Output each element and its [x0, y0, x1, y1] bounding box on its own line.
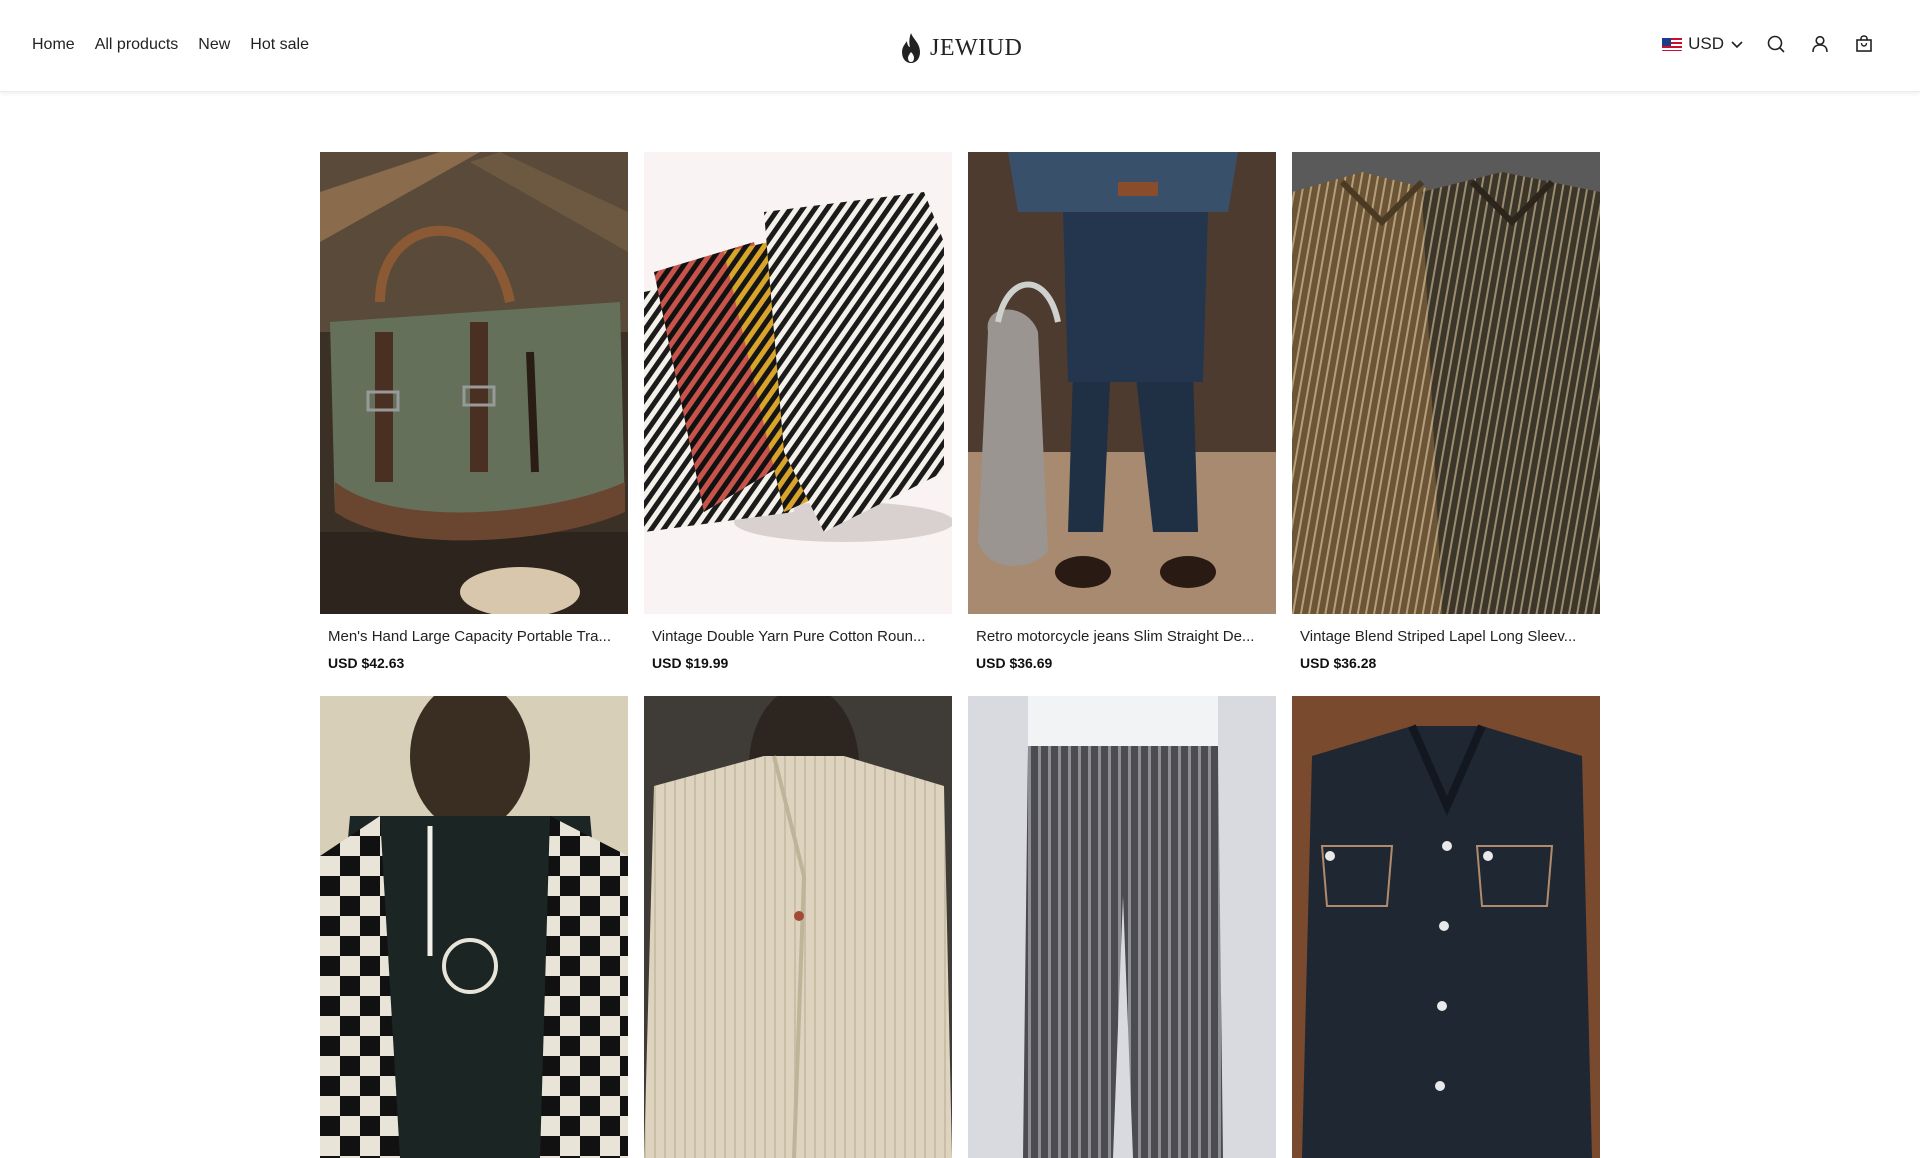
product-image[interactable] — [1292, 152, 1600, 614]
product-card[interactable] — [644, 696, 952, 1158]
flame-icon — [902, 33, 920, 63]
nav-all-products[interactable]: All products — [95, 36, 179, 54]
site-logo[interactable]: JEWIUD — [898, 32, 1022, 64]
cart-icon — [1856, 35, 1872, 52]
product-card[interactable] — [320, 696, 628, 1158]
cart-button[interactable] — [1852, 32, 1876, 56]
product-image[interactable] — [644, 696, 952, 1158]
search-icon — [1767, 35, 1785, 53]
product-card[interactable] — [968, 696, 1276, 1158]
currency-label: USD — [1688, 34, 1724, 53]
currency-selector[interactable]: USD — [1662, 34, 1744, 54]
product-title[interactable]: Men's Hand Large Capacity Portable Tra..… — [328, 628, 620, 645]
product-price: USD $42.63 — [328, 655, 405, 671]
us-flag-icon — [1662, 37, 1683, 51]
nav-new[interactable]: New — [198, 36, 230, 54]
product-image[interactable] — [968, 152, 1276, 614]
product-price: USD $36.28 — [1300, 655, 1377, 671]
nav-hot-sale[interactable]: Hot sale — [250, 36, 309, 54]
site-header: Home All products New Hot sale JEWIUD US… — [0, 0, 1920, 92]
product-card[interactable]: Vintage Double Yarn Pure Cotton Roun... … — [644, 152, 952, 671]
product-image[interactable] — [1292, 696, 1600, 1158]
main-nav: Home All products New Hot sale — [32, 36, 309, 54]
product-title[interactable]: Vintage Double Yarn Pure Cotton Roun... — [652, 628, 944, 645]
product-image[interactable] — [320, 696, 628, 1158]
product-title[interactable]: Retro motorcycle jeans Slim Straight De.… — [976, 628, 1268, 645]
product-image[interactable] — [320, 152, 628, 614]
nav-home[interactable]: Home — [32, 36, 75, 54]
search-button[interactable] — [1764, 32, 1788, 56]
product-image[interactable] — [644, 152, 952, 614]
product-price: USD $36.69 — [976, 655, 1053, 671]
product-card[interactable]: Retro motorcycle jeans Slim Straight De.… — [968, 152, 1276, 671]
product-card[interactable] — [1292, 696, 1600, 1158]
product-card[interactable]: Vintage Blend Striped Lapel Long Sleev..… — [1292, 152, 1600, 671]
product-price: USD $19.99 — [652, 655, 729, 671]
chevron-down-icon — [1731, 41, 1743, 49]
product-card[interactable]: Men's Hand Large Capacity Portable Tra..… — [320, 152, 628, 671]
logo-text: JEWIUD — [930, 34, 1023, 61]
account-button[interactable] — [1808, 32, 1832, 56]
header-actions: USD — [1662, 32, 1876, 56]
product-title[interactable]: Vintage Blend Striped Lapel Long Sleev..… — [1300, 628, 1592, 645]
product-image[interactable] — [968, 696, 1276, 1158]
account-icon — [1812, 35, 1828, 53]
